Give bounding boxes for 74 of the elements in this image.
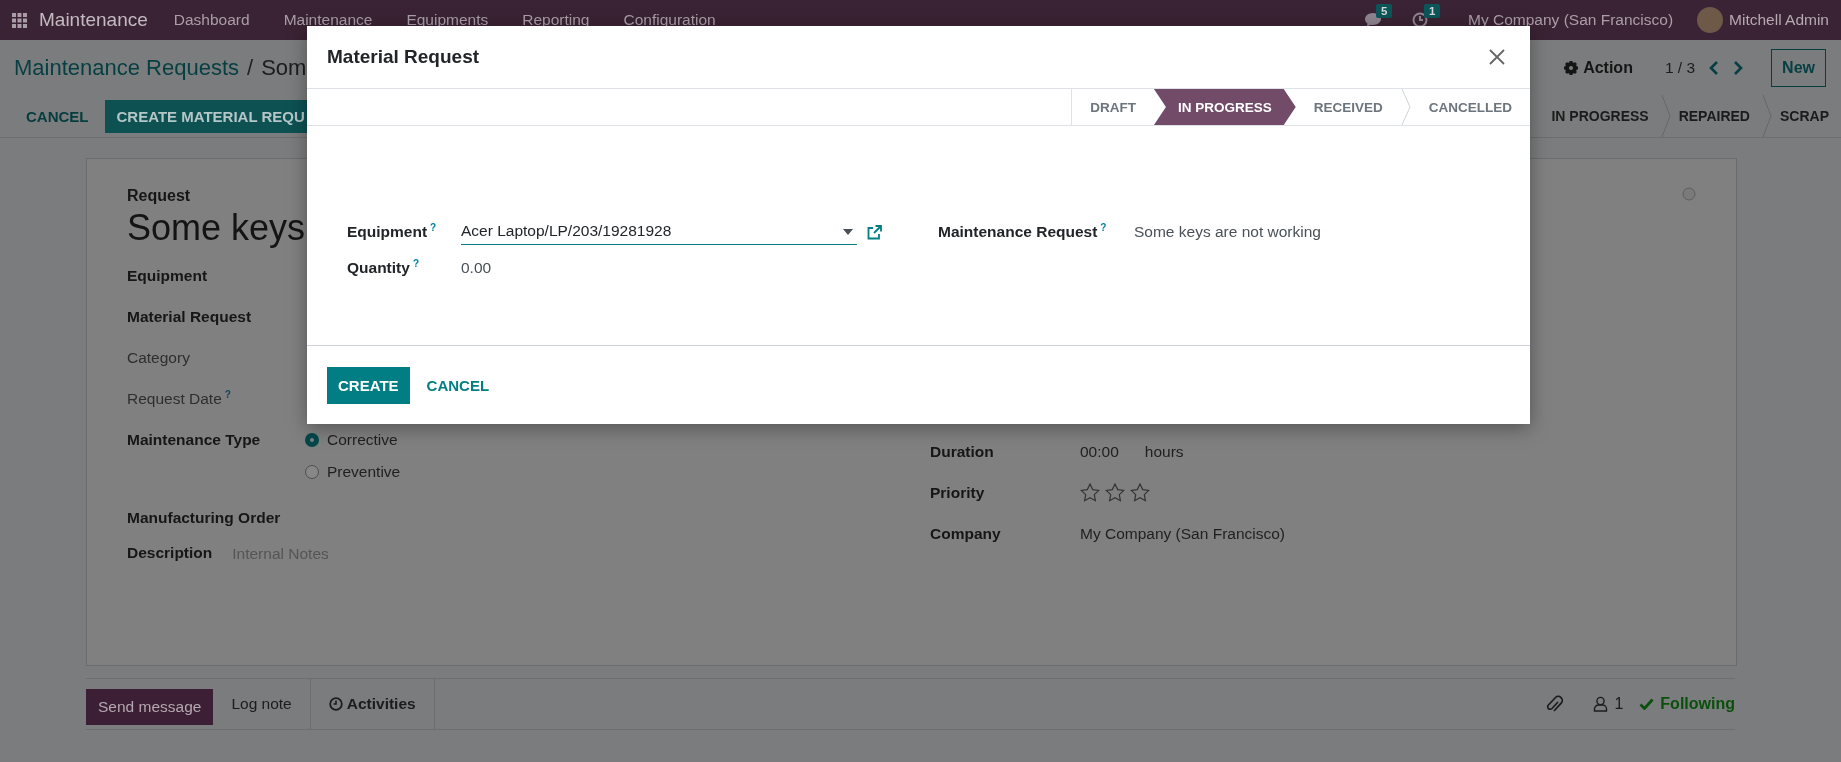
field-label: Equipment $^{?}$ xyxy=(347,222,438,242)
field-value: 0.00 xyxy=(461,259,492,277)
pager-value[interactable]: 1 / 3 xyxy=(1664,58,1696,77)
send-message-tab[interactable]: Send message xyxy=(86,689,214,725)
company-switcher[interactable]: My Company (San Francisco) xyxy=(1468,11,1674,29)
status-stage[interactable]: REPAIRED xyxy=(1670,95,1758,137)
user-avatar[interactable] xyxy=(1697,7,1724,33)
menu-item[interactable]: Maintenance xyxy=(283,11,373,29)
status-stage[interactable]: SCRAP xyxy=(1772,95,1837,137)
field-label: Quantity $^{?}$ xyxy=(347,258,420,278)
field-label: Maintenance Type xyxy=(127,430,262,449)
cancel-button[interactable]: CANCEL xyxy=(14,99,101,133)
field-label: Maintenance Request $^{?}$ xyxy=(938,222,1108,242)
radio-label[interactable]: Preventive xyxy=(327,463,401,481)
field-label: Description xyxy=(127,544,213,562)
follower-count[interactable]: 1 xyxy=(1614,695,1624,713)
create-button[interactable]: CREATE xyxy=(327,366,410,404)
field-value: Some keys are not working xyxy=(1134,223,1321,241)
previous-icon[interactable] xyxy=(1709,60,1720,75)
duration-unit: hours xyxy=(1144,442,1184,461)
request-title: Some keys xyxy=(127,207,306,249)
menu-item[interactable]: Configuration xyxy=(623,11,716,29)
status-stage[interactable]: DRAFT xyxy=(1072,89,1154,125)
status-stage[interactable]: CANCELLED xyxy=(1410,89,1530,125)
field-label: Material Request xyxy=(127,307,253,326)
field-label: Manufacturing Order xyxy=(127,508,282,527)
activities-button[interactable]: Activities xyxy=(309,679,435,729)
app-name[interactable]: Maintenance xyxy=(39,9,148,31)
new-button[interactable]: New xyxy=(1771,48,1826,87)
dialog-title: Material Request xyxy=(327,46,480,68)
field-label: Duration xyxy=(930,442,995,461)
status-stage[interactable]: RECEIVED xyxy=(1295,89,1401,125)
log-note-tab[interactable]: Log note xyxy=(213,679,310,729)
field-label: Request xyxy=(127,187,191,205)
company-value: My Company (San Francisco) xyxy=(1080,524,1285,543)
field-label: Priority xyxy=(930,483,986,502)
breadcrumb-current: Som xyxy=(261,54,307,81)
chat-icon[interactable] xyxy=(1364,12,1383,28)
status-stage[interactable]: IN PROGRESS xyxy=(1153,89,1296,125)
star-icon[interactable] xyxy=(1105,483,1125,502)
external-link-icon[interactable] xyxy=(867,224,882,240)
person-icon[interactable] xyxy=(1593,696,1609,712)
field-label: Request Date $^{?}$ xyxy=(127,388,232,409)
gear-icon xyxy=(1564,60,1579,75)
activity-count-badge: 1 xyxy=(1424,4,1441,18)
next-icon[interactable] xyxy=(1733,60,1744,75)
status-stage[interactable]: IN PROGRESS xyxy=(1543,95,1657,137)
field-label: Company xyxy=(930,524,1002,543)
star-icon[interactable] xyxy=(1080,483,1100,502)
menu-item[interactable]: Equipments xyxy=(406,11,489,29)
user-menu[interactable]: Mitchell Admin xyxy=(1729,11,1829,29)
breadcrumb-link[interactable]: Maintenance Requests xyxy=(14,54,240,81)
duration-value: 00:00 xyxy=(1080,442,1119,461)
menu-item[interactable]: Dashboard xyxy=(173,11,250,29)
menu-item[interactable]: Reporting xyxy=(522,11,590,29)
check-icon xyxy=(1639,698,1655,710)
following-button[interactable]: Following xyxy=(1639,695,1735,713)
message-count-badge: 5 xyxy=(1376,4,1393,18)
grid-icon[interactable] xyxy=(12,12,27,28)
chevron-separator xyxy=(1400,89,1411,125)
breadcrumb-separator: / xyxy=(247,54,254,81)
equipment-field[interactable]: Acer Laptop/LP/203/19281928 xyxy=(461,219,857,245)
paperclip-icon[interactable] xyxy=(1545,694,1564,714)
clock-icon xyxy=(328,697,343,711)
field-label: Category xyxy=(127,348,191,367)
radio-button[interactable] xyxy=(305,465,319,479)
radio-button[interactable] xyxy=(305,433,319,447)
action-menu-button[interactable]: Action xyxy=(1560,54,1637,81)
cancel-button[interactable]: CANCEL xyxy=(415,366,501,404)
clock-icon[interactable] xyxy=(1412,12,1429,28)
field-label: Equipment xyxy=(127,266,209,285)
radio-label[interactable]: Corrective xyxy=(327,431,398,449)
star-icon[interactable] xyxy=(1130,483,1150,502)
caret-down-icon[interactable] xyxy=(843,229,853,235)
